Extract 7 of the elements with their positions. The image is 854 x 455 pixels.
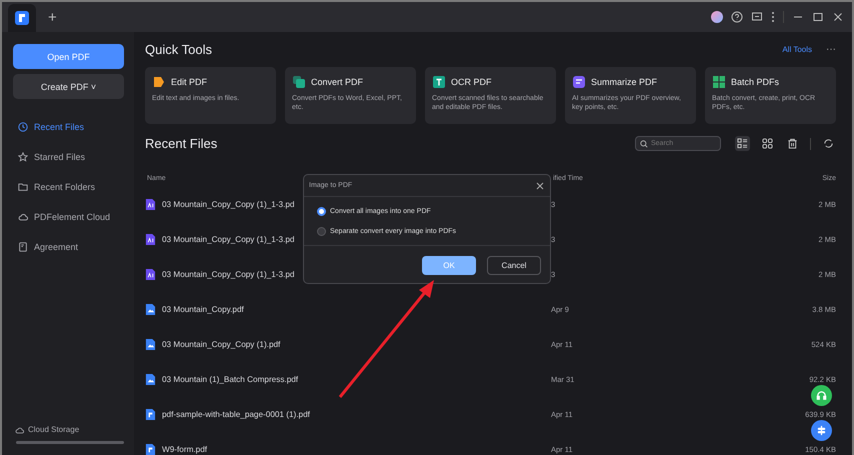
section-title: Recent Files xyxy=(145,136,218,151)
tool-title: Summarize PDF xyxy=(591,77,658,87)
tool-title: Batch PDFs xyxy=(731,77,780,87)
tool-title: OCR PDF xyxy=(451,77,492,87)
tool-title: Convert PDF xyxy=(311,77,364,87)
section-title: Quick Tools xyxy=(145,42,212,57)
tool-title: Edit PDF xyxy=(171,77,208,87)
